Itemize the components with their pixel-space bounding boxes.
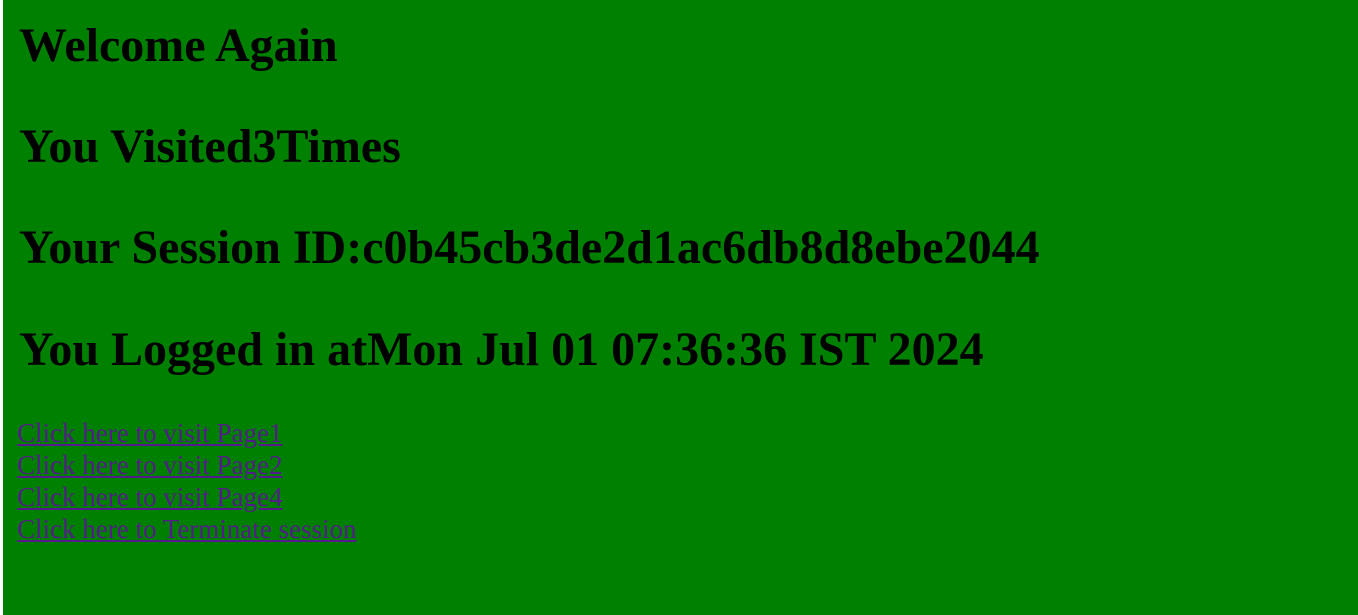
link-list: Click here to visit Page1 Click here to … xyxy=(17,417,357,545)
visit-page1-link[interactable]: Click here to visit Page1 xyxy=(17,417,357,449)
visit-page4-link[interactable]: Click here to visit Page4 xyxy=(17,481,357,513)
session-id-heading: Your Session ID:c0b45cb3de2d1ac6db8d8ebe… xyxy=(19,221,1040,274)
welcome-heading: Welcome Again xyxy=(19,19,338,72)
visit-page2-link[interactable]: Click here to visit Page2 xyxy=(17,449,357,481)
terminate-session-link[interactable]: Click here to Terminate session xyxy=(17,513,357,545)
page-body: Welcome Again You Visited3Times Your Ses… xyxy=(3,0,1358,615)
visit-count-heading: You Visited3Times xyxy=(19,120,401,173)
login-time-heading: You Logged in atMon Jul 01 07:36:36 IST … xyxy=(19,323,984,376)
